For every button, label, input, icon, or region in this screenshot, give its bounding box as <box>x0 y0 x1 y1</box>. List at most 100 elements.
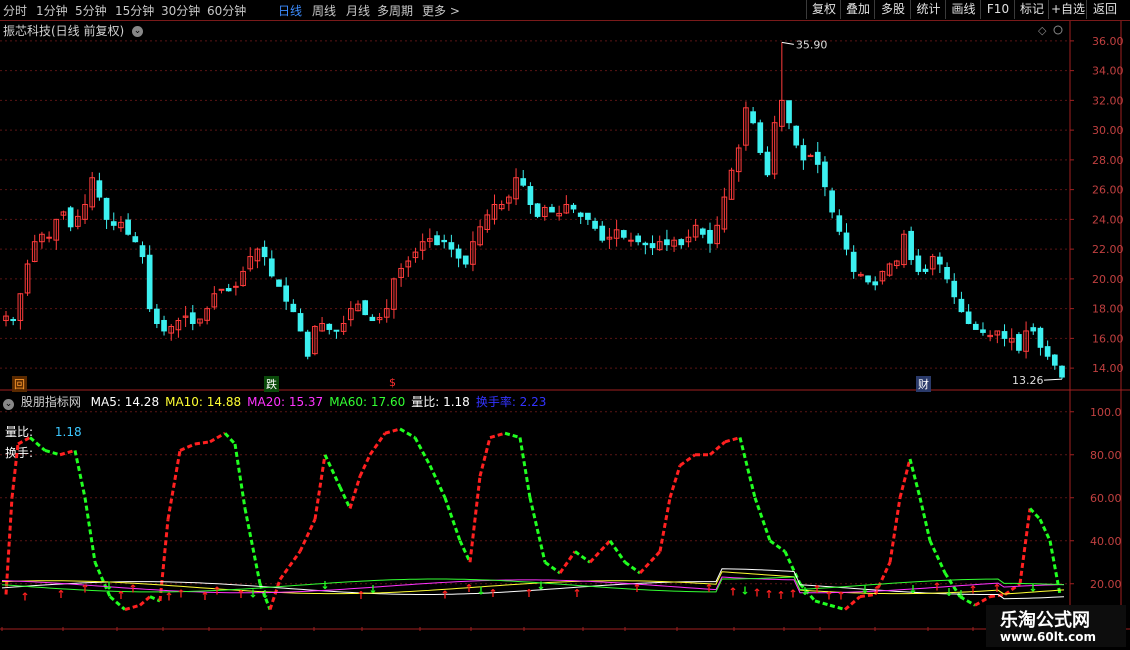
toolbar-button-0[interactable]: 复权 <box>806 0 841 19</box>
oscillator-segment <box>233 443 247 509</box>
candle <box>728 167 735 200</box>
oscillator-segment <box>679 453 696 467</box>
period-tab-0[interactable]: 分时 <box>3 2 27 19</box>
y-tick-label: 80.00 <box>1090 449 1122 462</box>
candle <box>161 315 167 336</box>
candle <box>448 234 455 258</box>
y-tick-label: 36.00 <box>1092 35 1124 48</box>
candle <box>211 286 218 310</box>
period-tab-6[interactable]: 日线 <box>278 2 302 19</box>
candle <box>383 299 390 323</box>
candle <box>563 195 570 215</box>
candle <box>1016 332 1022 354</box>
candle <box>204 306 210 325</box>
arrow-down-icon: ↓ <box>1028 581 1037 594</box>
candle <box>110 212 117 231</box>
period-tab-9[interactable]: 多周期 <box>377 2 413 19</box>
period-tab-4[interactable]: 30分钟 <box>161 2 200 19</box>
candle <box>793 125 800 149</box>
y-tick-label: 30.00 <box>1092 124 1124 137</box>
oscillator-segment <box>928 540 947 574</box>
arrow-down-icon: ↓ <box>860 583 869 596</box>
candle <box>283 277 289 310</box>
event-marker-0[interactable]: 回 <box>12 376 27 392</box>
oscillator-segment <box>139 595 151 607</box>
oscillator-segment <box>59 449 76 457</box>
candle <box>60 210 67 220</box>
arrow-up-icon: ↑ <box>812 583 821 596</box>
period-tab-8[interactable]: 月线 <box>346 2 370 19</box>
period-tab-1[interactable]: 1分钟 <box>36 2 68 19</box>
candle <box>175 317 182 338</box>
x-axis-label: 2024年 <box>4 630 43 631</box>
candle <box>678 238 685 249</box>
candle <box>103 197 110 230</box>
oscillator-segment <box>29 436 46 452</box>
oscillator-segment <box>278 550 302 581</box>
arrow-up-icon: ↑ <box>728 585 737 598</box>
toolbar-button-3[interactable]: 统计 <box>910 0 946 19</box>
oscillator-segment <box>738 437 757 499</box>
period-tab-2[interactable]: 5分钟 <box>75 2 107 19</box>
period-tab-5[interactable]: 60分钟 <box>207 2 246 19</box>
toolbar-button-2[interactable]: 多股 <box>874 0 911 19</box>
candle <box>685 229 692 248</box>
event-marker-3[interactable]: 财 <box>916 376 931 392</box>
oscillator-segment <box>348 475 362 509</box>
candle <box>297 308 304 332</box>
candle <box>53 218 60 250</box>
oscillator-segment <box>518 437 532 498</box>
event-marker-2[interactable]: $ <box>387 376 398 389</box>
arrow-up-icon: ↑ <box>776 589 785 602</box>
period-tab-3[interactable]: 15分钟 <box>115 2 154 19</box>
toolbar-button-6[interactable]: 标记 <box>1014 0 1049 19</box>
arrow-up-icon: ↑ <box>764 588 773 601</box>
candle <box>132 232 139 243</box>
candle <box>721 187 728 233</box>
arrow-up-icon: ↑ <box>752 587 761 600</box>
oscillator-segment <box>844 595 861 611</box>
arrow-down-icon: ↓ <box>908 583 917 596</box>
period-tab-10[interactable]: 更多 > <box>422 2 460 19</box>
toolbar-button-7[interactable]: +自选 <box>1048 0 1087 19</box>
candle <box>125 213 131 236</box>
period-tab-7[interactable]: 周线 <box>312 2 336 19</box>
arrow-up-icon: ↑ <box>164 590 173 603</box>
oscillator-segment <box>10 443 20 498</box>
candle <box>347 301 354 327</box>
arrow-up-icon: ↑ <box>56 588 65 601</box>
candle <box>707 222 713 253</box>
toolbar-button-1[interactable]: 叠加 <box>840 0 875 19</box>
candle <box>1044 340 1051 360</box>
oscillator-segment <box>668 465 682 499</box>
toolbar-button-8[interactable]: 返回 <box>1086 0 1123 19</box>
candle <box>254 247 261 269</box>
oscillator-segment <box>588 539 612 564</box>
oscillator-segment <box>918 497 932 542</box>
candle <box>1030 323 1037 335</box>
high-price-label: 35.90 <box>796 38 828 51</box>
y-tick-label: 28.00 <box>1092 154 1124 167</box>
candle <box>31 234 38 263</box>
oscillator-segment <box>1028 507 1042 521</box>
circle-icon[interactable] <box>1053 25 1063 35</box>
oscillator-segment <box>149 595 161 603</box>
candle <box>96 172 103 201</box>
toolbar-button-4[interactable]: 画线 <box>945 0 981 19</box>
event-marker-1[interactable]: 跌 <box>264 376 279 392</box>
candle <box>843 223 850 256</box>
oscillator-segment <box>368 432 387 456</box>
diamond-icon[interactable]: ◇ <box>1038 24 1047 37</box>
arrow-up-icon: ↑ <box>704 582 713 595</box>
indicator-chart[interactable]: 100.080.0060.0040.0020.00↑ ↑ ↑ ↓↑↑↑ ↑ ↑ ↑ ↑ ↓ ↓↓↑… <box>0 391 1130 631</box>
arrow-up-icon: ↑ <box>356 589 365 602</box>
oscillator-segment <box>544 561 561 575</box>
candle <box>549 203 555 213</box>
oscillator-segment <box>223 432 237 446</box>
price-chart[interactable]: ◇ 36.00 34.00 32.00 30.00 28.00 26.00 24.00 22.0… <box>0 21 1130 391</box>
candle <box>743 101 749 151</box>
candle <box>922 264 929 275</box>
candle <box>506 194 512 211</box>
candle <box>771 115 778 180</box>
toolbar-button-5[interactable]: F10 <box>980 0 1015 19</box>
